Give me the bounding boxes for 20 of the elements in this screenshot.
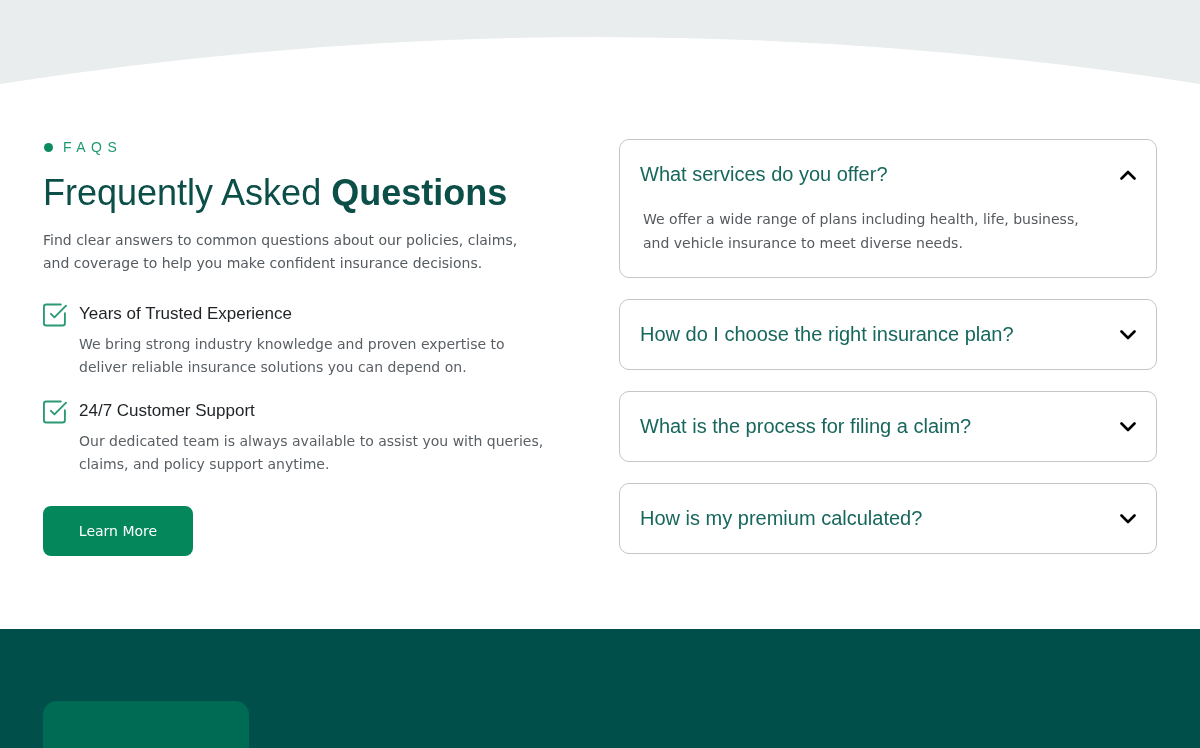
learn-more-button[interactable]: Learn More (43, 506, 193, 556)
feature-title: Years of Trusted Experience (79, 303, 293, 325)
faq-question[interactable]: How is my premium calculated? (620, 484, 1156, 553)
faq-question[interactable]: What is the process for filing a claim? (620, 392, 1156, 461)
feature-description: We bring strong industry knowledge and proven expertise to deliver reliable insurance solutions you can depend on. (79, 335, 506, 377)
faq-question[interactable]: How do I choose the right insurance plan? (620, 300, 1156, 369)
section-label: FAQS (63, 139, 123, 155)
dot-icon (44, 142, 53, 152)
check-square-icon (43, 400, 67, 424)
section-heading: Frequently Asked Questions (43, 171, 509, 215)
intro-text: Find clear answers to common questions about our policies, claims, and coverage to help you make confident insurance decisions. (43, 231, 519, 273)
chevron-down-icon (1120, 329, 1136, 340)
chevron-down-icon (1120, 513, 1136, 524)
chevron-down-icon (1120, 421, 1136, 432)
faq-question[interactable]: What services do you offer? (620, 140, 1156, 209)
chevron-up-icon (1120, 169, 1136, 180)
check-square-icon (43, 303, 67, 327)
feature-title: 24/7 Customer Support (79, 400, 256, 422)
feature-description: Our dedicated team is always available to assist you with queries, claims, and policy support anytime. (79, 432, 545, 474)
faq-answer: We offer a wide range of plans including health, life, business, and vehicle insurance to meet diverse needs. (642, 210, 1080, 253)
